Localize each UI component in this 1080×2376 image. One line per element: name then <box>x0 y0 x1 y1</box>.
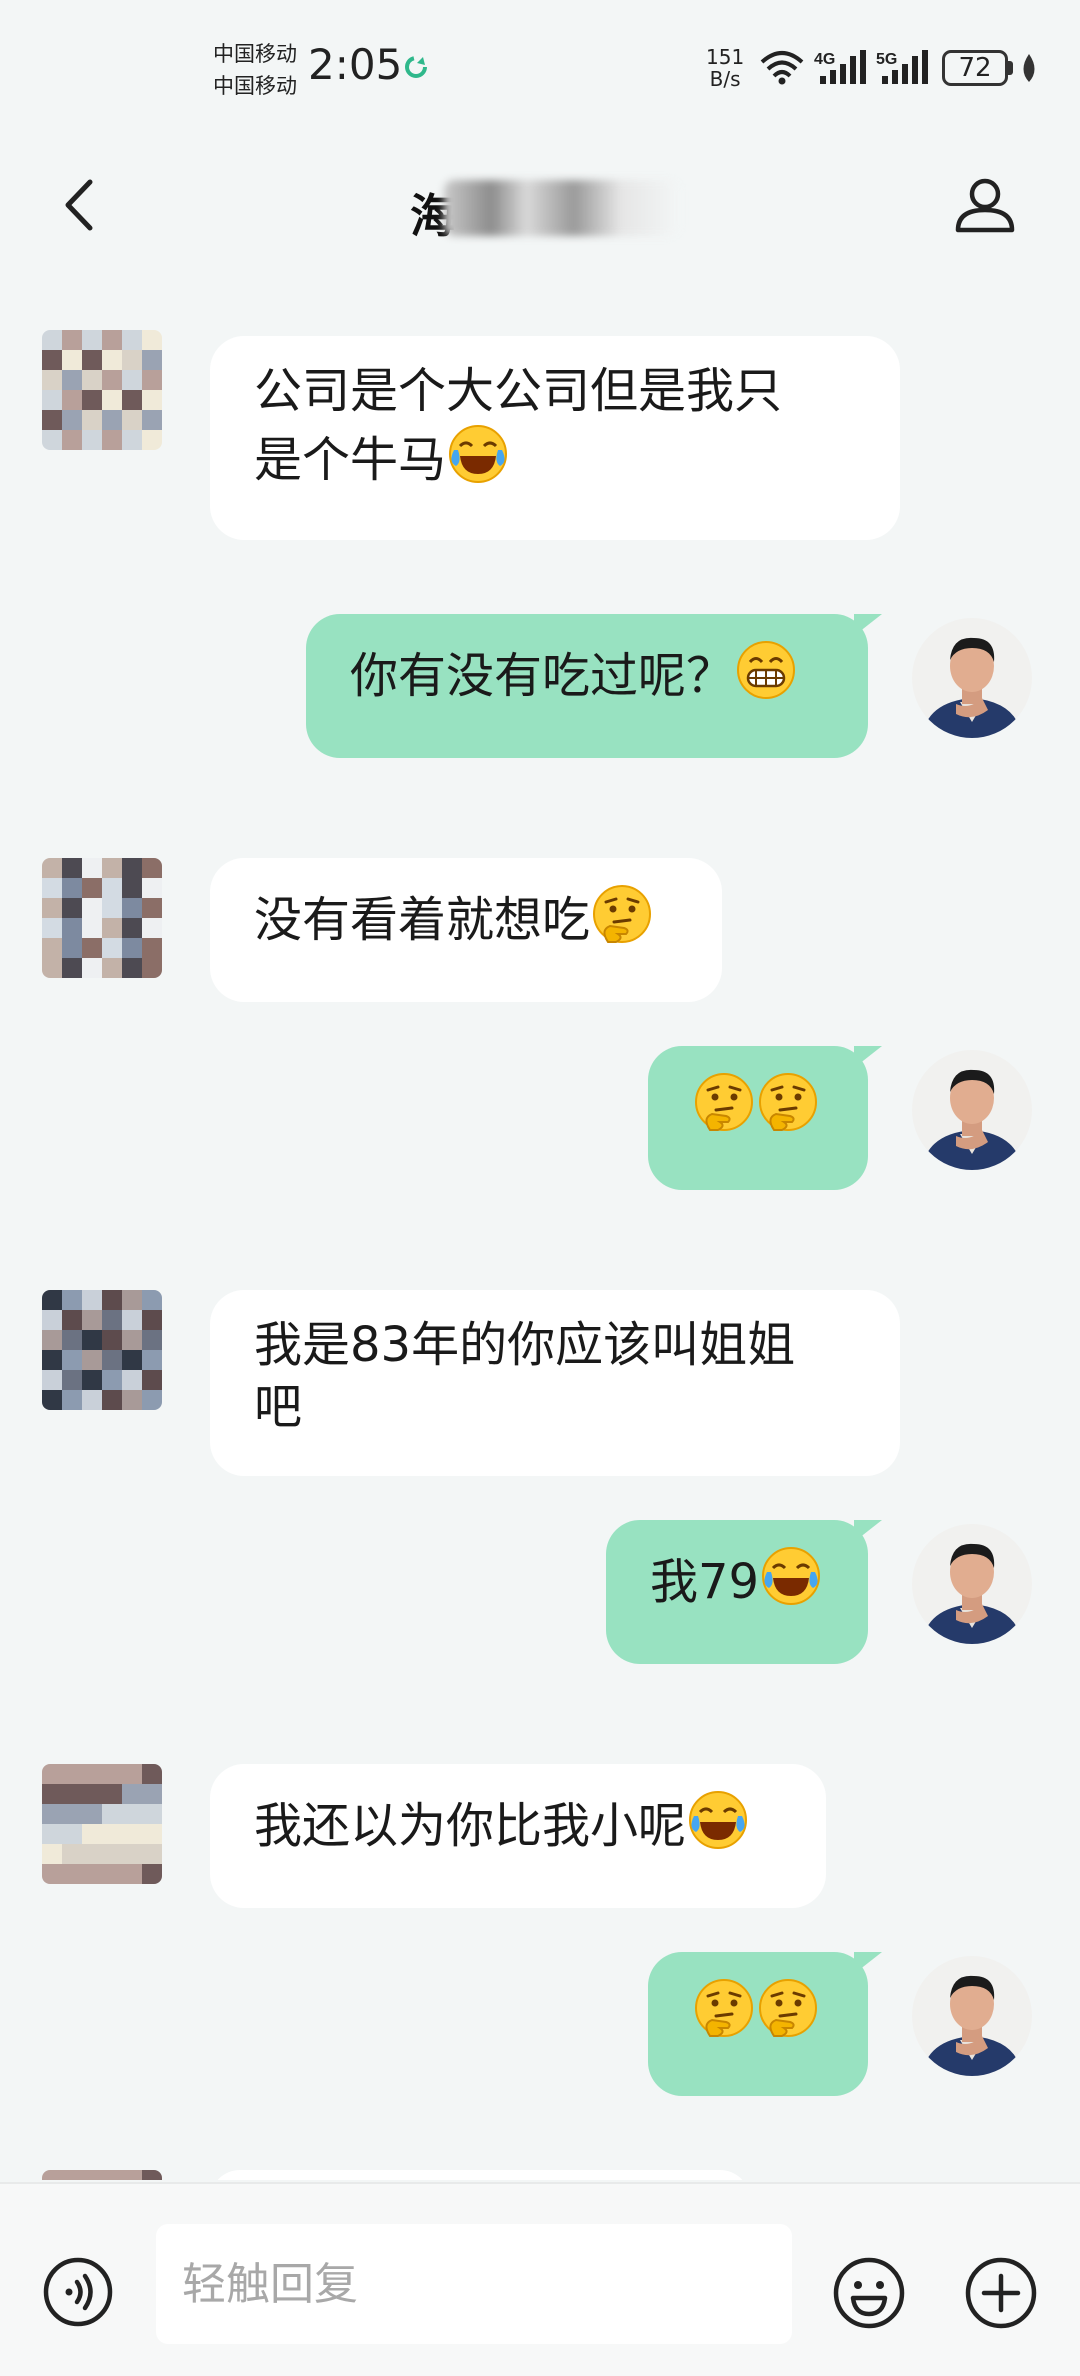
message-text: 你有没有吃过呢？ <box>350 648 735 704</box>
reply-input[interactable] <box>156 2224 792 2344</box>
contact-avatar[interactable] <box>42 330 162 450</box>
message-text-line: 我79 <box>650 1544 824 1613</box>
contact-avatar[interactable] <box>42 2170 162 2180</box>
plus-icon <box>965 2257 1037 2329</box>
self-avatar[interactable] <box>912 1524 1032 1644</box>
message-bubble[interactable]: 你有没有吃过呢？ <box>306 614 882 758</box>
plus-button[interactable] <box>964 2256 1038 2330</box>
message-bubble[interactable]: 公司是个大公司但是我只 是个牛马 <box>210 336 900 540</box>
contact-avatar[interactable] <box>42 1764 162 1884</box>
thinking-emoji-icon <box>593 885 652 943</box>
message-text: 公司是个大公司但是我只 <box>254 363 783 419</box>
carrier-labels: 中国移动 中国移动 <box>213 38 297 102</box>
message-bubble[interactable]: 我79 <box>606 1520 882 1664</box>
self-avatar[interactable] <box>912 1050 1032 1170</box>
incoming-message: 我还以为你比我小呢 <box>0 1734 1080 1928</box>
svg-text:5G: 5G <box>876 51 897 68</box>
message-text-line: 没有看着就想吃 <box>254 882 678 951</box>
thinking-emoji-icon <box>695 1979 753 2037</box>
battery-tip <box>1008 61 1013 75</box>
message-text: 我还以为你比我小呢 <box>254 1798 687 1854</box>
outgoing-message: 我79 <box>0 1520 1080 1684</box>
avatar-mosaic <box>42 858 162 978</box>
self-avatar-image <box>912 1956 1032 2076</box>
avatar-mosaic <box>42 1290 162 1410</box>
thinking-emoji-icon <box>759 1979 817 2037</box>
network-speed: 151 B/s <box>706 45 745 91</box>
message-text-line: 我还以为你比我小呢 <box>254 1788 782 1857</box>
name-redaction <box>444 180 680 236</box>
message-list[interactable]: 公司是个大公司但是我只 是个牛马你有没有吃过呢？ 没有看着就想吃我是83年的你应该叫… <box>0 300 1080 2180</box>
contact-name: 海 <box>410 180 680 243</box>
chat-header: 海 <box>0 150 1080 260</box>
message-bubble[interactable] <box>648 1046 882 1190</box>
chevron-left-icon <box>65 179 93 231</box>
person-icon <box>955 178 1015 233</box>
self-avatar[interactable] <box>912 1956 1032 2076</box>
profile-button[interactable] <box>950 170 1020 240</box>
message-text-line: 吧 <box>254 1376 856 1438</box>
signal-5g-icon: 5G <box>876 50 928 84</box>
status-bar: 中国移动 中国移动 2:05 151 B/s 4G 5G 72 <box>0 0 1080 130</box>
message-text: 我79 <box>650 1554 760 1610</box>
contact-avatar[interactable] <box>42 858 162 978</box>
self-avatar[interactable] <box>912 618 1032 738</box>
sync-icon <box>405 56 427 78</box>
incoming-message: 公司是个大公司但是我只 是个牛马 <box>0 300 1080 560</box>
smiley-icon <box>833 2257 905 2329</box>
self-avatar-image <box>912 1524 1032 1644</box>
grinning-emoji-icon <box>737 641 796 699</box>
laughing-crying-emoji-icon <box>762 1547 821 1605</box>
message-text-line: 公司是个大公司但是我只 <box>254 360 856 422</box>
emoji-button[interactable] <box>832 2256 906 2330</box>
avatar-mosaic <box>42 2170 162 2180</box>
back-button[interactable] <box>50 170 110 240</box>
avatar-mosaic <box>42 330 162 450</box>
avatar-mosaic <box>42 1764 162 1884</box>
thinking-emoji-icon <box>695 1073 753 1131</box>
message-bubble[interactable]: 我是83年的你应该叫姐姐吧 <box>210 1290 900 1476</box>
message-text: 吧 <box>254 1379 303 1435</box>
message-text: 没有看着就想吃 <box>254 892 591 948</box>
thinking-emoji-icon <box>759 1073 817 1131</box>
laughing-crying-emoji-icon <box>449 425 508 483</box>
message-bubble[interactable] <box>648 1952 882 2096</box>
carrier-1: 中国移动 <box>213 42 297 66</box>
signal-4g-icon: 4G <box>814 50 866 84</box>
leaf-icon <box>1023 54 1035 82</box>
message-text-line: 是个牛马 <box>254 422 856 491</box>
contact-avatar[interactable] <box>42 1290 162 1410</box>
outgoing-message <box>0 1046 1080 1210</box>
svg-text:4G: 4G <box>814 51 835 68</box>
outgoing-message <box>0 1952 1080 2116</box>
message-text: 我是83年的你应该叫姐姐 <box>254 1317 796 1373</box>
message-text-line: 你有没有吃过呢？ <box>350 638 824 707</box>
message-text-line: 我是83年的你应该叫姐姐 <box>254 1314 856 1376</box>
voice-icon <box>43 2257 113 2327</box>
outgoing-message: 你有没有吃过呢？ <box>0 614 1080 778</box>
battery-indicator: 72 <box>942 50 1008 86</box>
incoming-message: 没有看着就想吃 <box>0 828 1080 1022</box>
voice-button[interactable] <box>42 2256 114 2328</box>
laughing-crying-emoji-icon <box>689 1791 748 1849</box>
wifi-icon <box>760 51 804 85</box>
clock: 2:05 <box>308 40 403 89</box>
input-bar <box>0 2182 1080 2376</box>
message-bubble[interactable]: 我还以为你比我小呢 <box>210 1764 826 1908</box>
message-bubble[interactable]: 没有看着就想吃 <box>210 858 722 1002</box>
carrier-2: 中国移动 <box>213 74 297 98</box>
incoming-message: 我是83年的你应该叫姐姐吧 <box>0 1260 1080 1496</box>
self-avatar-image <box>912 1050 1032 1170</box>
message-text-line <box>692 1976 824 2045</box>
message-text: 是个牛马 <box>254 432 447 488</box>
self-avatar-image <box>912 618 1032 738</box>
message-bubble[interactable] <box>210 2170 750 2180</box>
message-text-line <box>692 1070 824 1139</box>
